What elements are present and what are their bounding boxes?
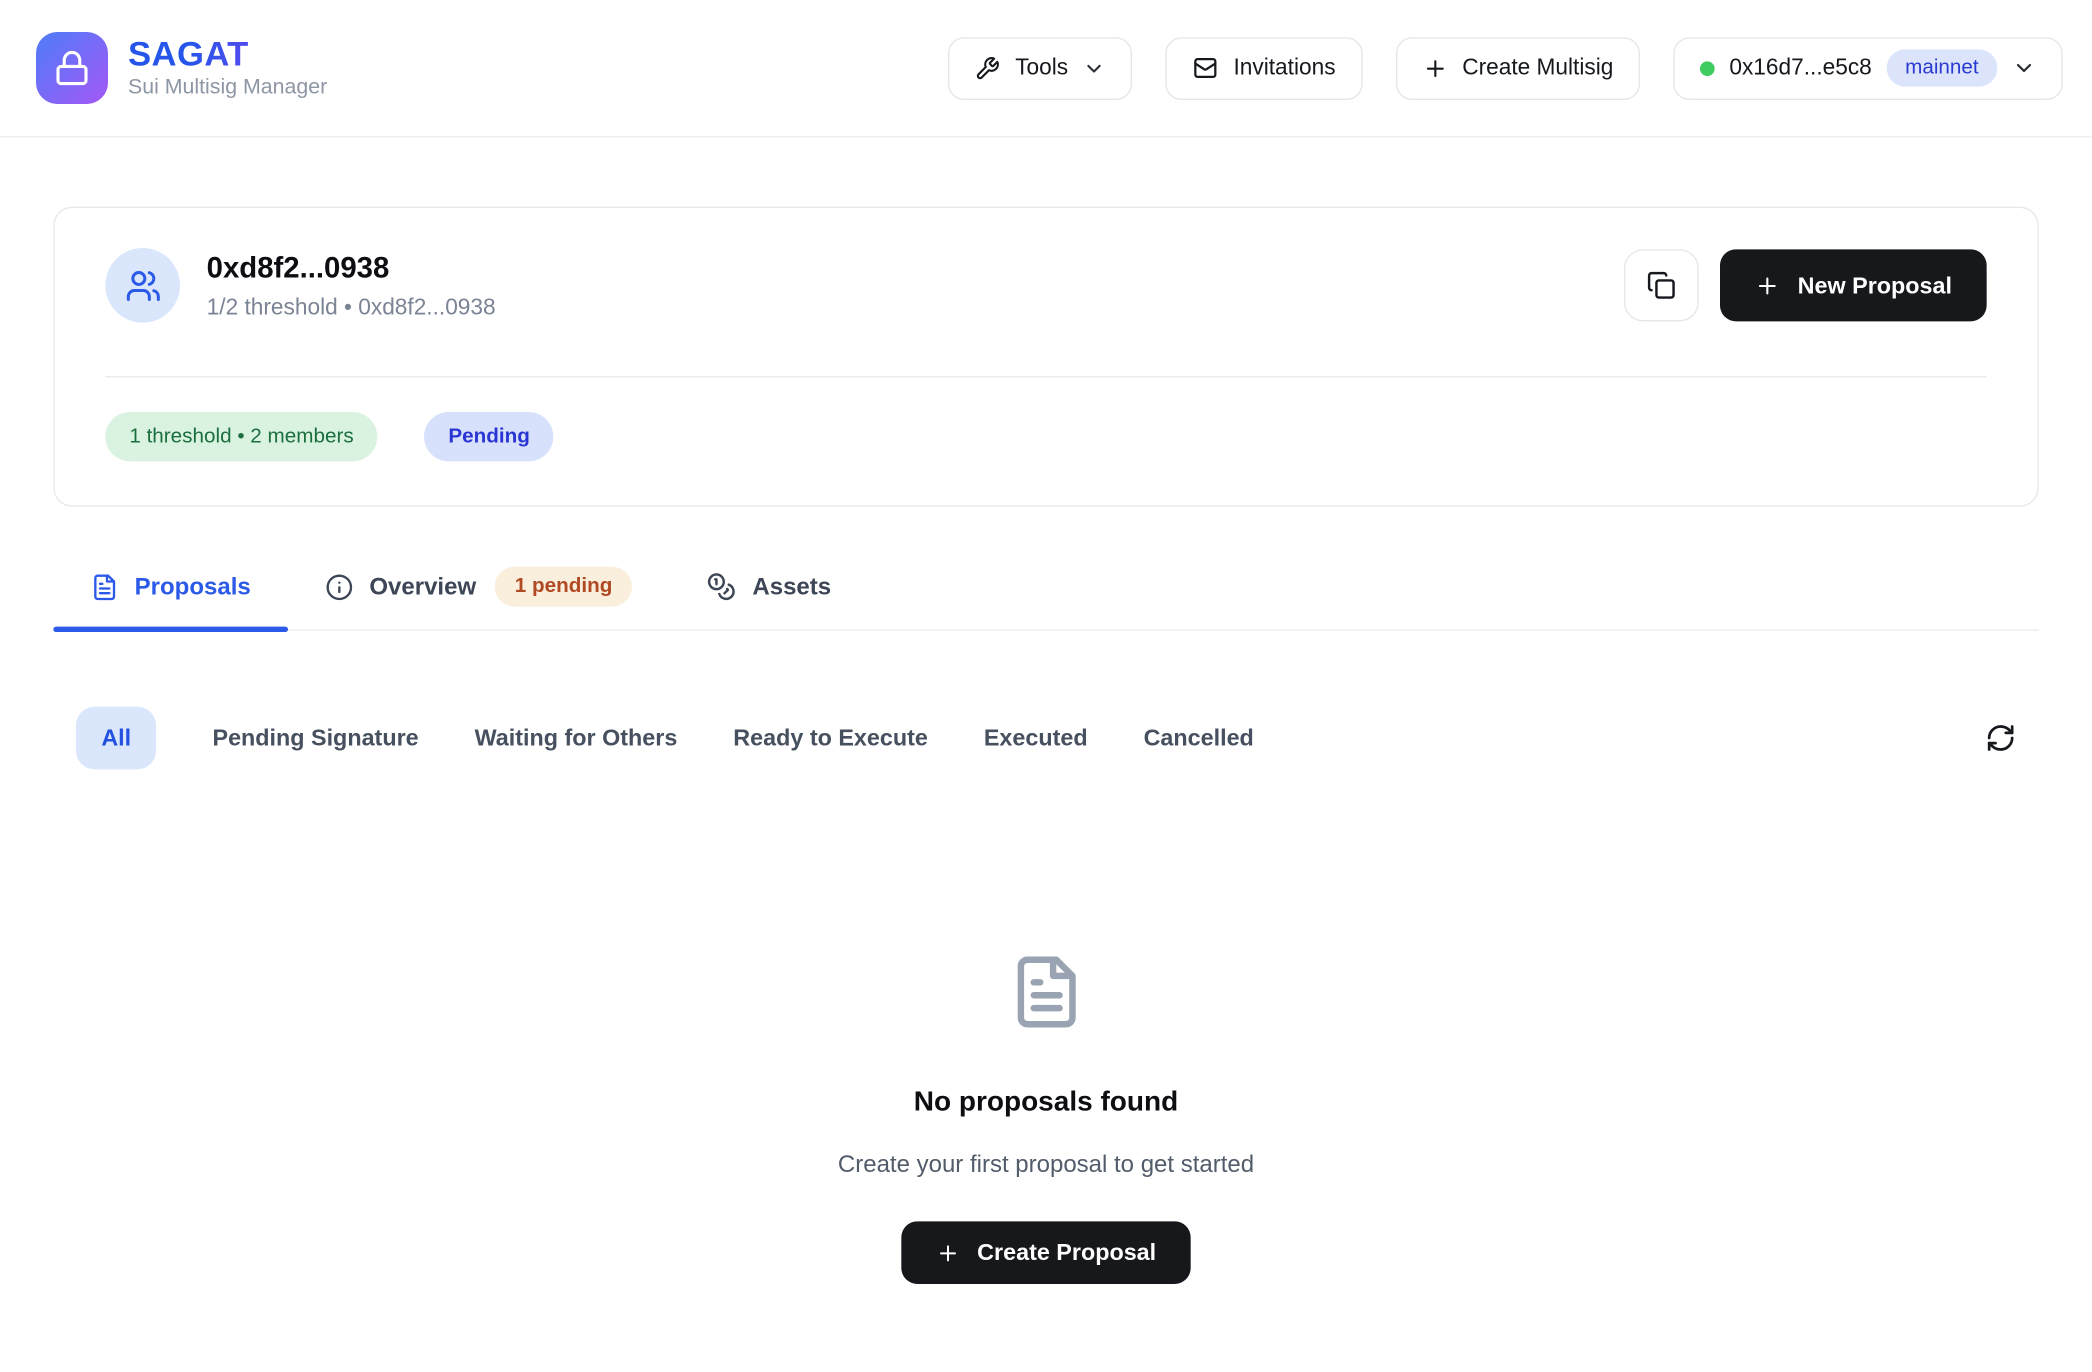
- wrench-icon: [975, 55, 1000, 80]
- tools-button[interactable]: Tools: [949, 37, 1133, 100]
- empty-state-subtitle: Create your first proposal to get starte…: [838, 1151, 1254, 1179]
- create-proposal-label: Create Proposal: [977, 1239, 1156, 1267]
- tab-proposals-label: Proposals: [135, 573, 251, 601]
- multisig-subtitle: 1/2 threshold • 0xd8f2...0938: [207, 294, 496, 321]
- invitations-label: Invitations: [1233, 55, 1335, 82]
- mail-icon: [1192, 55, 1219, 82]
- top-header: SAGAT Sui Multisig Manager Tools: [0, 0, 2092, 137]
- create-proposal-button[interactable]: Create Proposal: [901, 1221, 1191, 1284]
- tab-overview-label: Overview: [369, 573, 476, 601]
- pending-count-badge: 1 pending: [495, 567, 633, 607]
- new-proposal-label: New Proposal: [1798, 271, 1952, 299]
- refresh-icon: [1985, 723, 2016, 754]
- filter-cancelled[interactable]: Cancelled: [1144, 724, 1254, 752]
- filter-executed[interactable]: Executed: [984, 724, 1088, 752]
- members-badge: 1 threshold • 2 members: [105, 412, 377, 461]
- coins-icon: [707, 572, 736, 601]
- filter-waiting-for-others[interactable]: Waiting for Others: [475, 724, 678, 752]
- lock-icon: [36, 32, 108, 104]
- refresh-button[interactable]: [1985, 723, 2016, 754]
- main-content: 0xd8f2...0938 1/2 threshold • 0xd8f2...0…: [0, 207, 2092, 1284]
- tab-assets-label: Assets: [752, 573, 831, 601]
- filter-ready-to-execute[interactable]: Ready to Execute: [733, 724, 928, 752]
- filter-all[interactable]: All: [76, 707, 156, 770]
- multisig-card: 0xd8f2...0938 1/2 threshold • 0xd8f2...0…: [53, 207, 2038, 507]
- header-actions: Tools Invitations Create Multisig: [949, 37, 2063, 100]
- brand-home-link[interactable]: SAGAT Sui Multisig Manager: [36, 32, 327, 104]
- wallet-address: 0x16d7...e5c8: [1729, 55, 1871, 82]
- chevron-down-icon: [2012, 56, 2036, 80]
- empty-state-title: No proposals found: [914, 1087, 1178, 1119]
- plus-icon: [1755, 273, 1780, 298]
- filter-pending-signature[interactable]: Pending Signature: [212, 724, 418, 752]
- create-multisig-button[interactable]: Create Multisig: [1396, 37, 1640, 100]
- tools-label: Tools: [1015, 55, 1068, 82]
- copy-address-button[interactable]: [1624, 249, 1699, 321]
- app-title: SAGAT: [128, 36, 327, 72]
- empty-state: No proposals found Create your first pro…: [53, 953, 2038, 1284]
- plus-icon: [1422, 55, 1447, 80]
- new-proposal-button[interactable]: New Proposal: [1720, 249, 1986, 321]
- wallet-button[interactable]: 0x16d7...e5c8 mainnet: [1673, 37, 2062, 100]
- tab-bar: Proposals Overview 1 pending Assets: [53, 567, 2038, 631]
- app-viewport: SAGAT Sui Multisig Manager Tools: [0, 0, 2092, 1372]
- users-icon: [125, 267, 161, 303]
- tab-assets[interactable]: Assets: [670, 567, 869, 630]
- info-icon: [325, 573, 353, 601]
- file-text-icon: [91, 573, 119, 601]
- multisig-avatar: [105, 248, 180, 323]
- card-divider: [105, 376, 1986, 377]
- tab-overview[interactable]: Overview 1 pending: [288, 567, 670, 630]
- connection-status-dot: [1700, 61, 1715, 76]
- invitations-button[interactable]: Invitations: [1165, 37, 1362, 100]
- proposal-filters: All Pending Signature Waiting for Others…: [53, 707, 2038, 770]
- copy-icon: [1647, 271, 1676, 300]
- tab-proposals[interactable]: Proposals: [53, 567, 288, 630]
- app-subtitle: Sui Multisig Manager: [128, 76, 327, 100]
- plus-icon: [936, 1241, 960, 1265]
- status-badge: Pending: [424, 412, 554, 461]
- file-text-icon: [1007, 953, 1084, 1030]
- chevron-down-icon: [1083, 57, 1106, 80]
- create-multisig-label: Create Multisig: [1462, 55, 1613, 82]
- network-badge: mainnet: [1886, 49, 1997, 86]
- multisig-title: 0xd8f2...0938: [207, 250, 496, 285]
